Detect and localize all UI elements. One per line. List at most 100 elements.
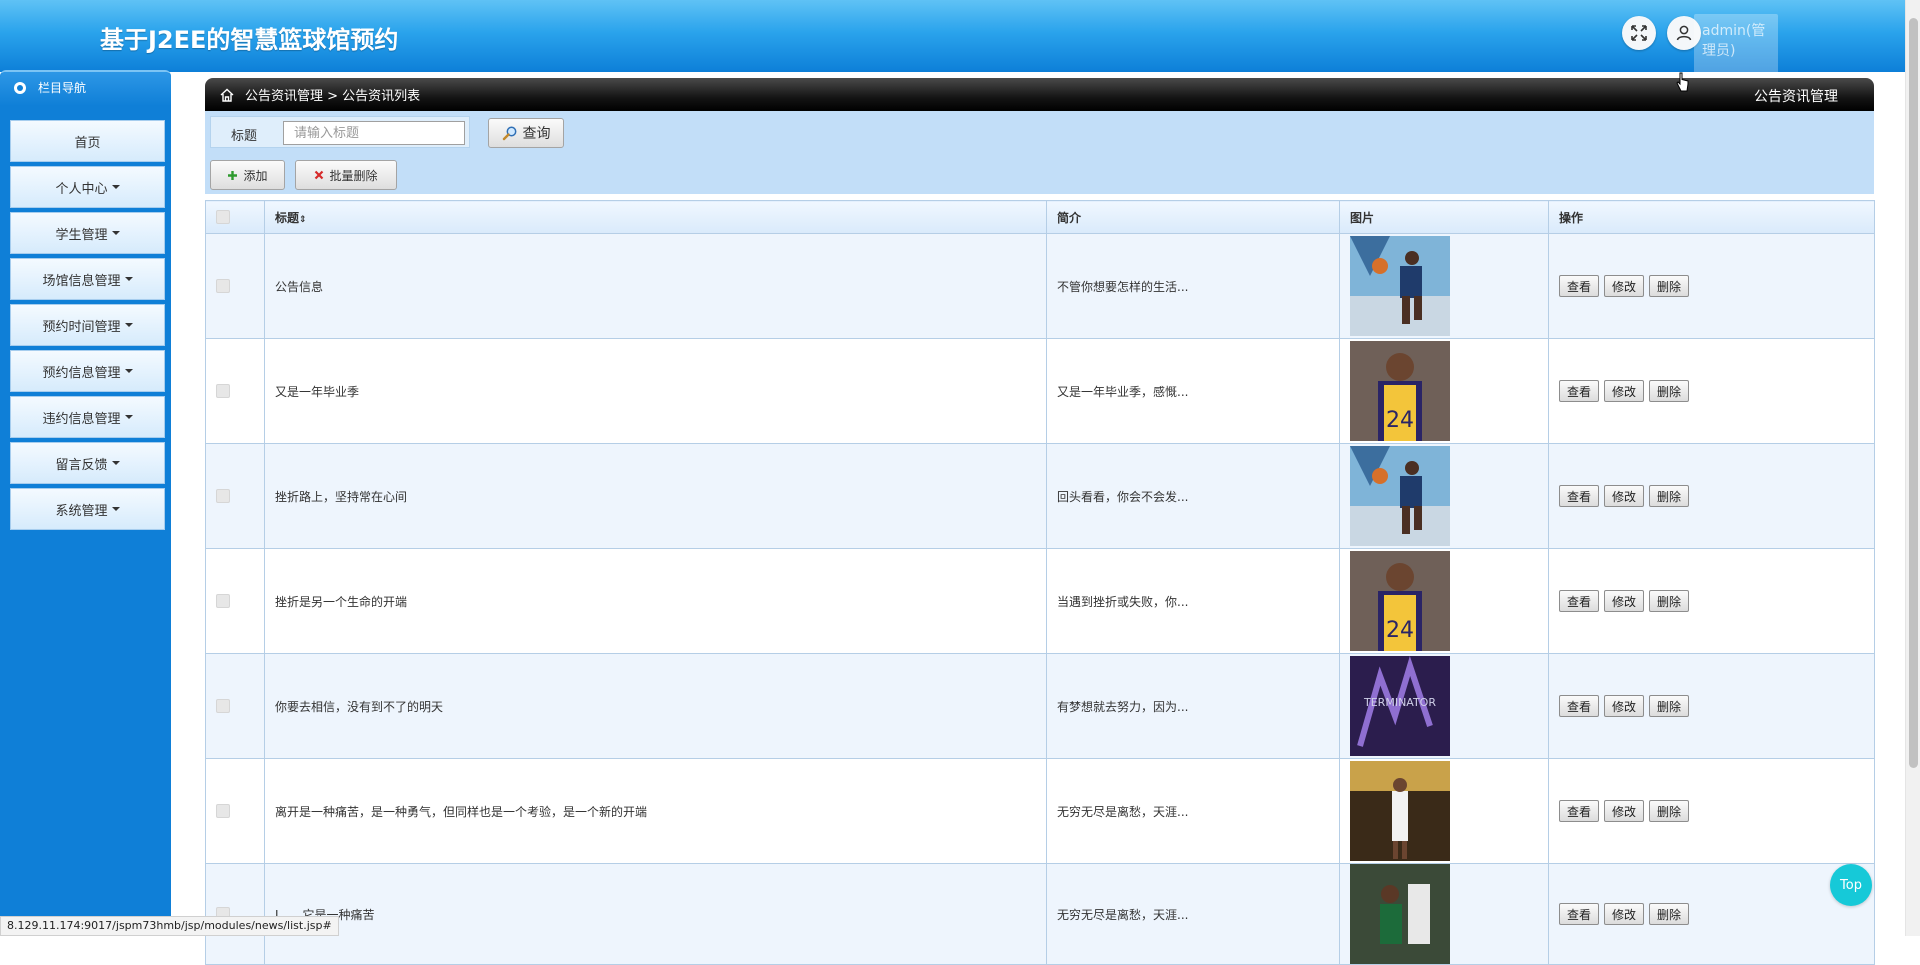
edit-button[interactable]: 修改 — [1604, 380, 1645, 402]
fullscreen-button[interactable] — [1622, 16, 1656, 50]
sidebar-header: 栏目导航 — [0, 72, 171, 106]
sidebar-item-venue-management[interactable]: 场馆信息管理 — [10, 258, 165, 300]
row-checkbox[interactable] — [216, 594, 230, 608]
mouse-cursor-icon — [1676, 72, 1689, 92]
row-select-cell — [205, 758, 265, 864]
search-label: 标题 — [231, 129, 258, 144]
status-url: 8.129.11.174:9017/jspm73hmb/jsp/modules/… — [0, 916, 339, 936]
caret-down-icon — [124, 277, 133, 281]
home-icon[interactable] — [219, 87, 235, 103]
column-header-intro: 简介 — [1046, 200, 1340, 234]
view-button[interactable]: 查看 — [1559, 590, 1600, 612]
sort-icon[interactable]: ⇕ — [299, 215, 307, 225]
row-checkbox[interactable] — [216, 279, 230, 293]
row-select-cell — [205, 233, 265, 339]
title-cell: 你要去相信，没有到不了的明天 — [264, 653, 1047, 759]
edit-button[interactable]: 修改 — [1604, 695, 1645, 717]
edit-button[interactable]: 修改 — [1604, 485, 1645, 507]
sidebar-item-home[interactable]: 首页 — [10, 120, 165, 162]
thumbnail-image: 24 — [1350, 341, 1450, 441]
edit-button[interactable]: 修改 — [1604, 590, 1645, 612]
actions-cell: 查看 修改 删除 — [1548, 863, 1875, 965]
sidebar-item-personal-center[interactable]: 个人中心 — [10, 166, 165, 208]
caret-down-icon — [111, 231, 120, 235]
svg-text:24: 24 — [1386, 618, 1414, 643]
view-button[interactable]: 查看 — [1559, 380, 1600, 402]
sidebar-item-label: 预约信息管理 — [42, 365, 121, 381]
section-title: 公告资讯管理 — [1754, 89, 1838, 105]
actions-cell: 查看 修改 删除 — [1548, 548, 1875, 654]
sidebar-item-system-management[interactable]: 系统管理 — [10, 488, 165, 530]
image-cell — [1339, 443, 1549, 549]
view-button[interactable]: 查看 — [1559, 275, 1600, 297]
title-cell: 离开是一种痛苦，是一种勇气，但同样也是一个考验，是一个新的开端 — [264, 758, 1047, 864]
title-cell: 挫折是另一个生命的开端 — [264, 548, 1047, 654]
scrollbar-thumb[interactable] — [1909, 18, 1918, 768]
page-scrollbar[interactable] — [1905, 0, 1920, 936]
caret-down-icon — [124, 415, 133, 419]
view-button[interactable]: 查看 — [1559, 903, 1600, 925]
news-table: 标题⇕ 简介 图片 操作 公告信息 不管你想要怎样的生活... 查看 修改 删除 又是一年… — [205, 200, 1875, 965]
image-cell — [1339, 233, 1549, 339]
row-checkbox[interactable] — [216, 699, 230, 713]
delete-button[interactable]: 删除 — [1649, 903, 1690, 925]
select-all-checkbox[interactable] — [216, 210, 230, 224]
back-to-top-button[interactable]: Top — [1830, 864, 1872, 906]
image-cell — [1339, 758, 1549, 864]
row-select-cell — [205, 443, 265, 549]
app-title: 基于J2EE的智慧篮球馆预约 — [100, 26, 399, 54]
view-button[interactable]: 查看 — [1559, 800, 1600, 822]
delete-button[interactable]: 删除 — [1649, 380, 1690, 402]
select-all-cell — [205, 200, 265, 234]
intro-cell: 有梦想就去努力，因为... — [1046, 653, 1340, 759]
add-button[interactable]: 添加 — [210, 160, 285, 190]
delete-button[interactable]: 删除 — [1649, 275, 1690, 297]
sidebar-item-booking-time-management[interactable]: 预约时间管理 — [10, 304, 165, 346]
svg-text:24: 24 — [1386, 408, 1414, 433]
table-row: 公告信息 不管你想要怎样的生活... 查看 修改 删除 — [205, 233, 1875, 339]
column-header-actions: 操作 — [1548, 200, 1875, 234]
intro-cell: 又是一年毕业季，感慨... — [1046, 338, 1340, 444]
search-button[interactable]: 查询 — [488, 118, 564, 148]
edit-button[interactable]: 修改 — [1604, 800, 1645, 822]
row-checkbox[interactable] — [216, 489, 230, 503]
sidebar-item-label: 系统管理 — [55, 503, 108, 519]
sidebar-item-label: 场馆信息管理 — [42, 273, 121, 289]
actions-cell: 查看 修改 删除 — [1548, 653, 1875, 759]
table-row: 离开是一种痛苦，是一种勇气，但同样也是一个考验，是一个新的开端 无穷无尽是离愁，天… — [205, 758, 1875, 864]
column-header-title[interactable]: 标题⇕ — [264, 200, 1047, 234]
sidebar-item-label: 学生管理 — [55, 227, 108, 243]
edit-button[interactable]: 修改 — [1604, 275, 1645, 297]
sidebar-item-booking-info-management[interactable]: 预约信息管理 — [10, 350, 165, 392]
view-button[interactable]: 查看 — [1559, 485, 1600, 507]
row-checkbox[interactable] — [216, 804, 230, 818]
intro-cell: 回头看看，你会不会发... — [1046, 443, 1340, 549]
sidebar-item-feedback[interactable]: 留言反馈 — [10, 442, 165, 484]
image-cell — [1339, 863, 1549, 965]
delete-button[interactable]: 删除 — [1649, 695, 1690, 717]
sidebar-item-student-management[interactable]: 学生管理 — [10, 212, 165, 254]
thumbnail-image — [1350, 236, 1450, 336]
intro-cell: 不管你想要怎样的生活... — [1046, 233, 1340, 339]
row-select-cell — [205, 863, 265, 965]
delete-button[interactable]: 删除 — [1649, 800, 1690, 822]
sidebar-item-violation-management[interactable]: 违约信息管理 — [10, 396, 165, 438]
sidebar-menu: 首页 个人中心 学生管理 场馆信息管理 预约时间管理 预约信息管理 违约信息管理… — [10, 120, 165, 534]
edit-button[interactable]: 修改 — [1604, 903, 1645, 925]
nav-bullet-icon — [14, 82, 26, 94]
batch-delete-label: 批量删除 — [329, 168, 378, 183]
row-checkbox[interactable] — [216, 384, 230, 398]
delete-button[interactable]: 删除 — [1649, 590, 1690, 612]
thumbnail-image: TERMINATOR — [1350, 656, 1450, 756]
view-button[interactable]: 查看 — [1559, 695, 1600, 717]
sidebar: 栏目导航 首页 个人中心 学生管理 场馆信息管理 预约时间管理 预约信息管理 违… — [0, 70, 171, 936]
sidebar-item-label: 留言反馈 — [55, 457, 108, 473]
table-row: Ⅰ……它是一种痛苦 无穷无尽是离愁，天涯... 查看 修改 删除 — [205, 863, 1875, 965]
table-row: 挫折路上，坚持常在心间 回头看看，你会不会发... 查看 修改 删除 — [205, 443, 1875, 549]
caret-down-icon — [124, 323, 133, 327]
delete-button[interactable]: 删除 — [1649, 485, 1690, 507]
batch-delete-button[interactable]: 批量删除 — [295, 160, 397, 190]
magnifier-icon — [502, 126, 516, 141]
user-name-text: admin(管理员) — [1702, 23, 1766, 59]
title-search-input[interactable] — [283, 121, 465, 145]
